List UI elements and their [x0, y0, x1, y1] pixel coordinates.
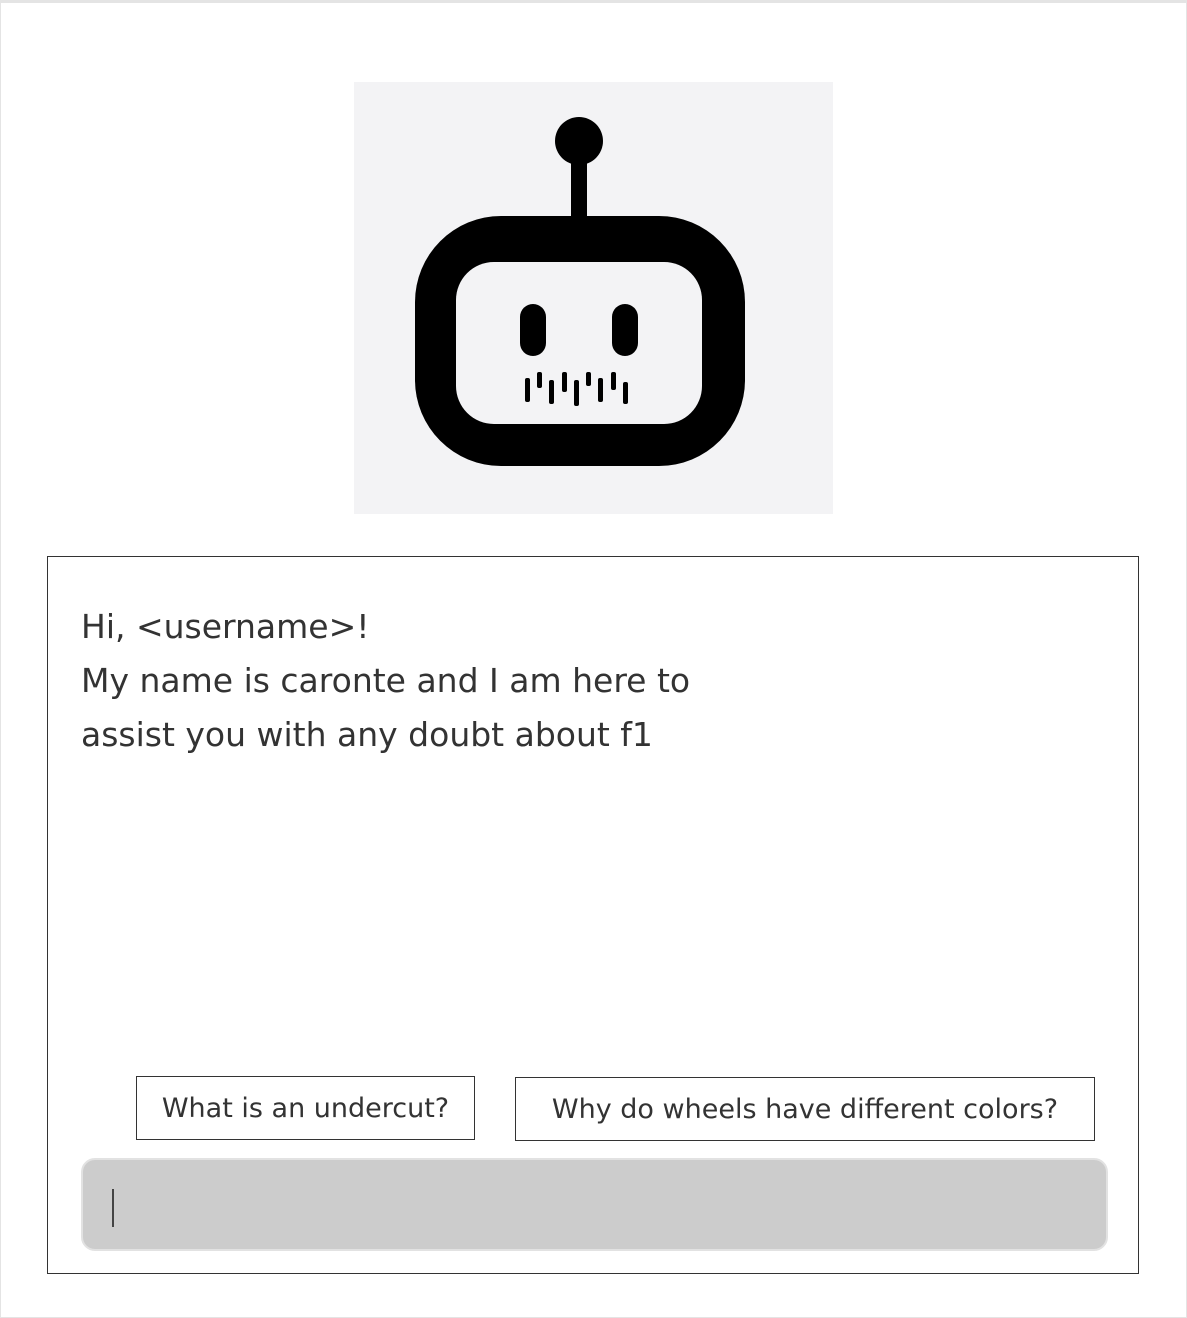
suggestion-undercut-button[interactable]: What is an undercut? — [136, 1076, 475, 1140]
chat-panel: Hi, <username>! My name is caronte and I… — [47, 556, 1139, 1274]
bot-avatar — [354, 82, 833, 514]
greeting-line: My name is caronte and I am here to — [81, 661, 691, 700]
message-input[interactable] — [83, 1160, 1106, 1249]
robot-head-icon — [415, 117, 745, 466]
bot-greeting-message: Hi, <username>! My name is caronte and I… — [81, 600, 801, 762]
greeting-line: assist you with any doubt about f1 — [81, 715, 653, 754]
text-cursor — [112, 1189, 114, 1227]
greeting-line: Hi, <username>! — [81, 607, 370, 646]
message-input-container[interactable] — [81, 1158, 1108, 1251]
suggestion-wheel-colors-button[interactable]: Why do wheels have different colors? — [515, 1077, 1095, 1141]
